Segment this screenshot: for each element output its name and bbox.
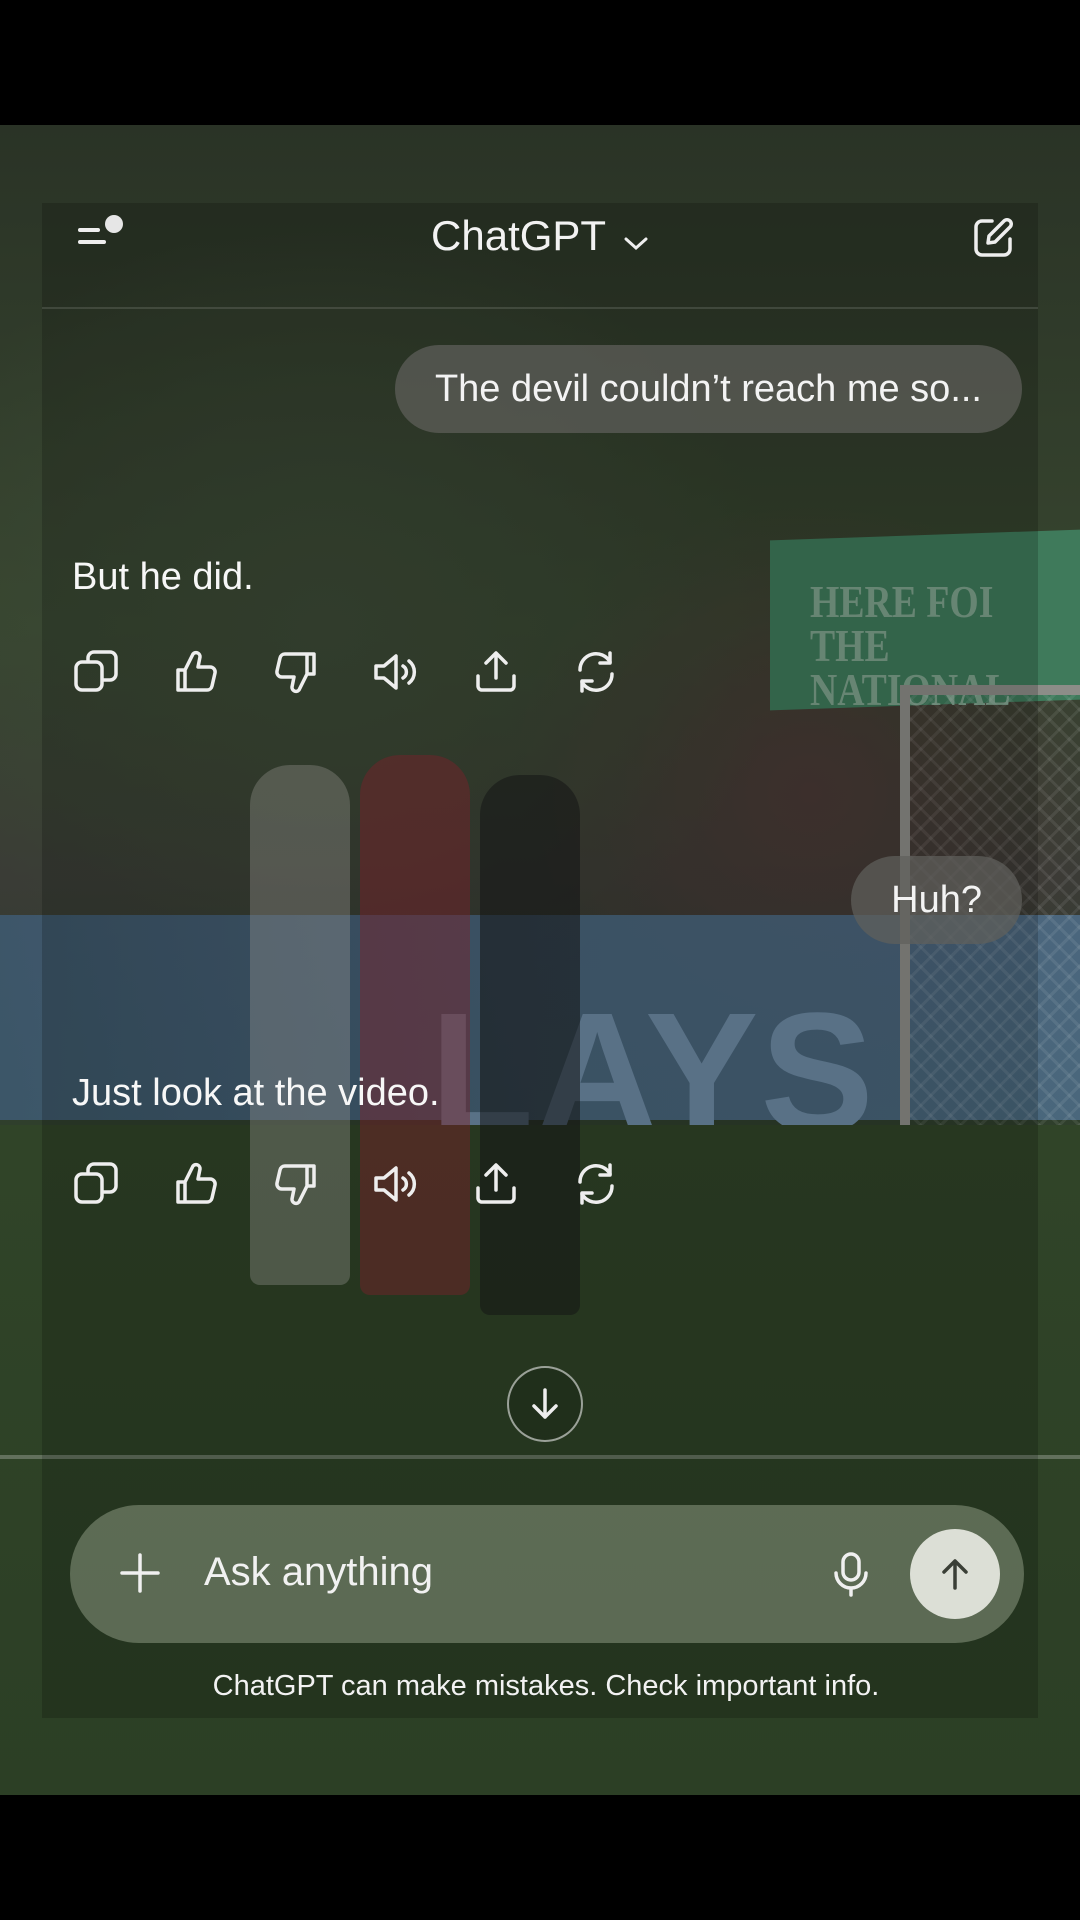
compose-icon[interactable] bbox=[970, 215, 1016, 261]
disclaimer: ChatGPT can make mistakes. Check importa… bbox=[212, 1670, 880, 1702]
regenerate-icon[interactable] bbox=[572, 648, 620, 696]
read-aloud-icon[interactable] bbox=[372, 1160, 420, 1208]
arrow-down-icon bbox=[532, 1388, 558, 1419]
send-button[interactable] bbox=[910, 1529, 1000, 1619]
page-title: ChatGPT bbox=[431, 212, 606, 259]
thumbs-down-icon[interactable] bbox=[272, 648, 320, 696]
share-icon[interactable] bbox=[472, 648, 520, 696]
thumbs-down-icon[interactable] bbox=[272, 1160, 320, 1208]
composer[interactable]: Ask anything bbox=[70, 1505, 1024, 1643]
copy-icon[interactable] bbox=[72, 648, 120, 696]
copy-icon[interactable] bbox=[72, 1160, 120, 1208]
arrow-up-icon bbox=[942, 1559, 968, 1590]
user-message: Huh? bbox=[851, 856, 1022, 944]
assistant-message: But he did. bbox=[72, 556, 254, 598]
read-aloud-icon[interactable] bbox=[372, 648, 420, 696]
thumbs-up-icon[interactable] bbox=[172, 1160, 220, 1208]
chat-input[interactable]: Ask anything bbox=[204, 1550, 433, 1595]
share-icon[interactable] bbox=[472, 1160, 520, 1208]
header-divider bbox=[42, 307, 1038, 309]
assistant-message: Just look at the video. bbox=[72, 1072, 440, 1114]
thumbs-up-icon[interactable] bbox=[172, 648, 220, 696]
microphone-icon[interactable] bbox=[826, 1549, 876, 1599]
scroll-down-button[interactable] bbox=[507, 1366, 583, 1442]
user-message: The devil couldn’t reach me so... bbox=[394, 345, 1022, 433]
plus-icon[interactable] bbox=[118, 1551, 162, 1595]
model-selector[interactable]: ChatGPT bbox=[0, 212, 1080, 263]
chevron-down-icon bbox=[623, 215, 649, 263]
regenerate-icon[interactable] bbox=[572, 1160, 620, 1208]
